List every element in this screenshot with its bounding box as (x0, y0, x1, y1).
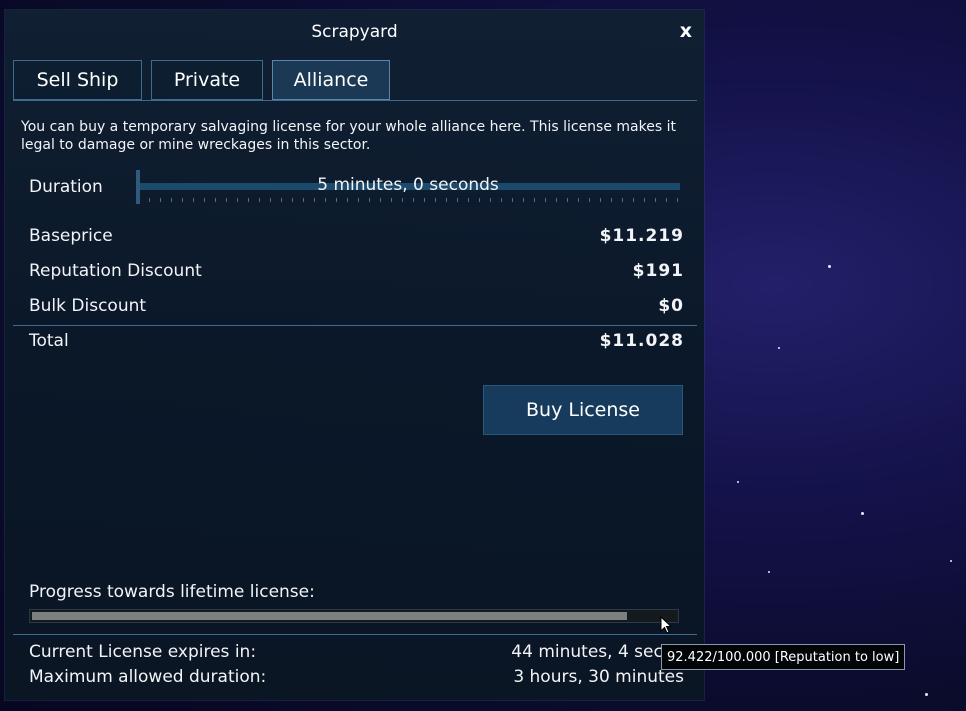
star (925, 693, 928, 696)
mouse-cursor-icon (660, 616, 673, 634)
window-title: Scrapyard (311, 22, 398, 42)
slider-ticks (138, 198, 680, 202)
progress-fill (32, 612, 627, 620)
price-row-baseprice: Baseprice $11.219 (29, 226, 684, 246)
tab-label: Alliance (293, 69, 369, 91)
status-value: 3 hours, 30 minutes (513, 667, 684, 687)
status-value: 44 minutes, 4 secon (511, 642, 684, 662)
total-value: $11.028 (599, 331, 684, 351)
lifetime-progress-label: Progress towards lifetime license: (29, 582, 315, 602)
star (778, 347, 780, 349)
tab-label: Private (173, 69, 241, 91)
star (861, 512, 864, 515)
price-row-reputation-discount: Reputation Discount $191 (29, 261, 684, 281)
price-label: Reputation Discount (29, 261, 202, 281)
tab-private[interactable]: Private (151, 60, 263, 100)
close-icon[interactable]: x (680, 20, 692, 42)
star (737, 481, 739, 483)
tab-label: Sell Ship (36, 69, 119, 91)
scrapyard-window: Scrapyard x Sell Ship Private Alliance Y… (5, 10, 704, 700)
price-label: Bulk Discount (29, 296, 147, 316)
duration-label: Duration (29, 177, 103, 197)
price-row-total: Total $11.028 (29, 331, 684, 351)
reputation-tooltip: 92.422/100.000 [Reputation to low] (661, 644, 906, 670)
price-label: Baseprice (29, 226, 113, 246)
status-row-max-duration: Maximum allowed duration: 3 hours, 30 mi… (29, 667, 684, 687)
star (828, 265, 831, 268)
duration-slider[interactable]: 5 minutes, 0 seconds (136, 170, 680, 204)
total-label: Total (29, 331, 69, 351)
price-row-bulk-discount: Bulk Discount $0 (29, 296, 684, 316)
status-label: Current License expires in: (29, 642, 257, 662)
lifetime-progress-bar[interactable] (29, 609, 679, 623)
price-value: $0 (658, 296, 684, 316)
total-divider (13, 325, 697, 326)
star (768, 571, 770, 573)
status-label: Maximum allowed duration: (29, 667, 267, 687)
price-value: $11.219 (599, 226, 684, 246)
status-row-current-license: Current License expires in: 44 minutes, … (29, 642, 684, 662)
price-value: $191 (632, 261, 684, 281)
status-divider (13, 634, 697, 635)
license-description: You can buy a temporary salvaging licens… (21, 119, 676, 153)
tab-sell-ship[interactable]: Sell Ship (13, 60, 142, 100)
buy-license-button[interactable]: Buy License (483, 385, 683, 435)
duration-value: 5 minutes, 0 seconds (317, 175, 499, 195)
tab-divider (13, 100, 697, 101)
star (950, 560, 952, 562)
tab-alliance[interactable]: Alliance (272, 60, 390, 100)
